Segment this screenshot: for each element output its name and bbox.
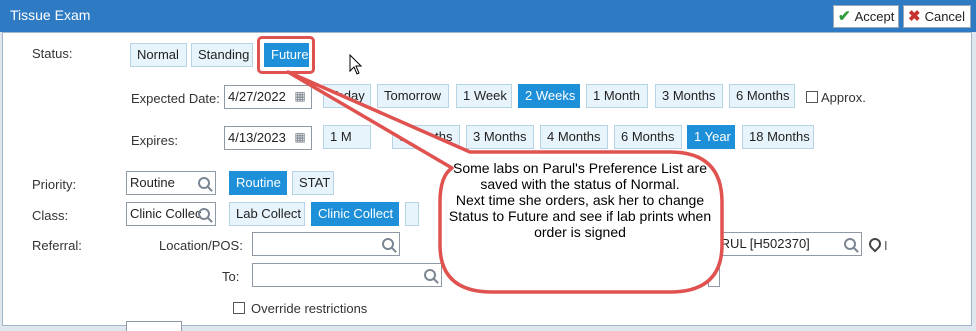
callout-text: Some labs on Parul's Preference List are… [448,160,712,240]
